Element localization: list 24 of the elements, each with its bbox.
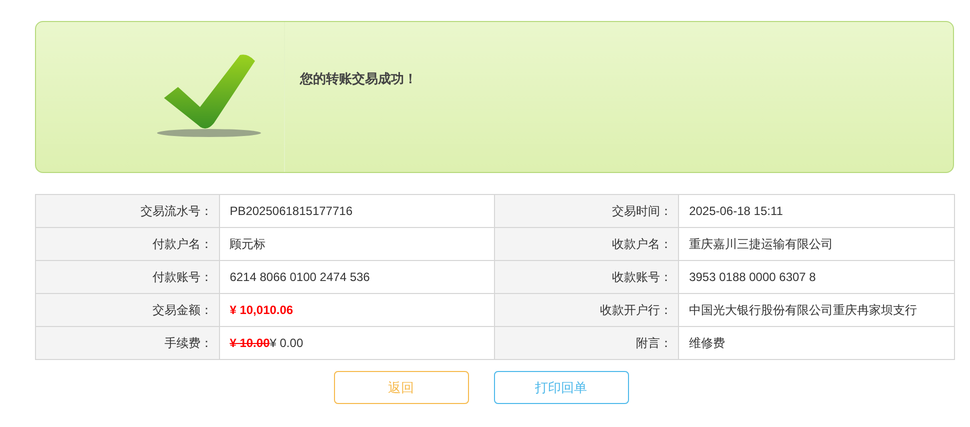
label-cell: 收款开户行： bbox=[494, 294, 679, 326]
field-value: 维修费 bbox=[689, 336, 726, 350]
label-cell: 手续费： bbox=[36, 326, 220, 360]
amount-value: ¥ 10,010.06 bbox=[230, 303, 294, 317]
label-cell: 交易时间： bbox=[494, 194, 679, 228]
success-message: 您的转账交易成功！ bbox=[300, 71, 417, 86]
label-cell: 收款户名： bbox=[494, 228, 679, 260]
label-cell: 交易金额： bbox=[36, 294, 220, 326]
label-cell: 付款户名： bbox=[36, 228, 220, 260]
field-value: PB2025061815177716 bbox=[230, 204, 352, 218]
field-value: 2025-06-18 15:11 bbox=[689, 204, 783, 218]
original-fee: ¥ 10.00 bbox=[230, 335, 270, 352]
label-cell: 附言： bbox=[494, 326, 679, 360]
field-value: 6214 8066 0100 2474 536 bbox=[230, 270, 370, 284]
back-button[interactable]: 返回 bbox=[334, 371, 468, 404]
field-value: 重庆嘉川三捷运输有限公司 bbox=[689, 237, 834, 251]
field-value: 中国光大银行股份有限公司重庆冉家坝支行 bbox=[689, 303, 918, 317]
label-cell: 交易流水号： bbox=[36, 194, 220, 228]
label-cell: 付款账号： bbox=[36, 260, 220, 294]
fee-value: ¥ 0.00 bbox=[270, 335, 304, 352]
label-cell: 收款账号： bbox=[494, 260, 679, 294]
field-value: 顾元标 bbox=[230, 237, 266, 251]
print-receipt-button[interactable]: 打印回单 bbox=[494, 371, 628, 404]
field-value: 3953 0188 0000 6307 8 bbox=[689, 270, 816, 284]
